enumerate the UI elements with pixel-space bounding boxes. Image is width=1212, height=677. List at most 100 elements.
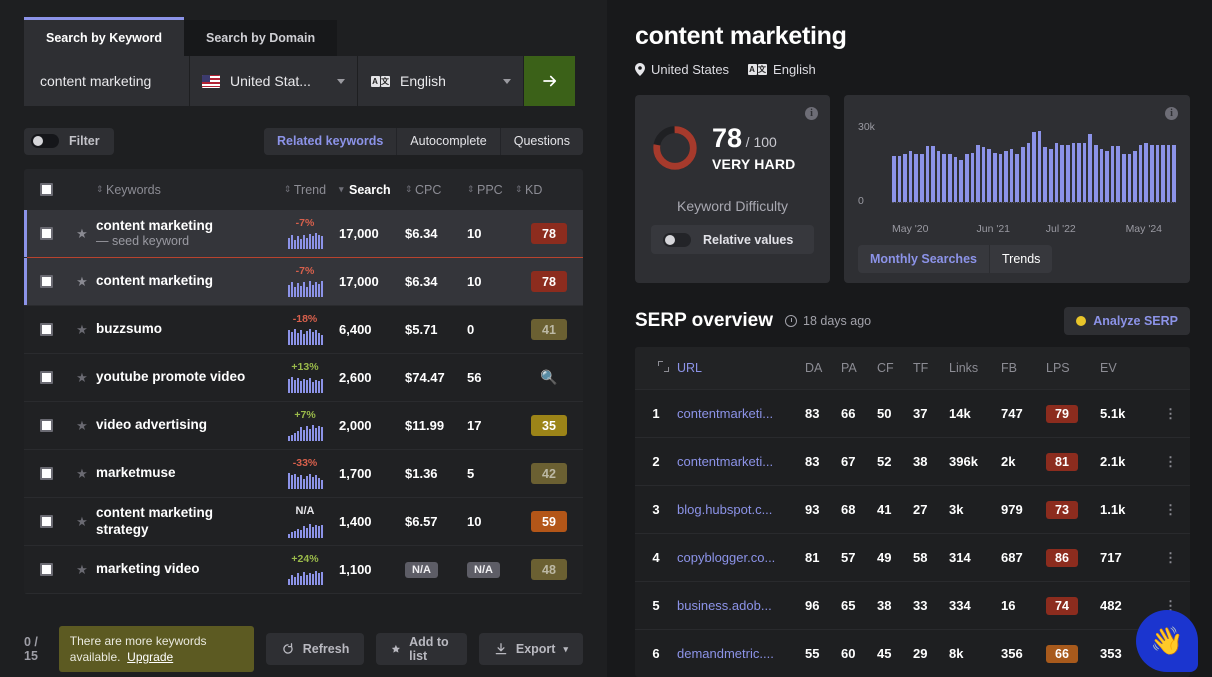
table-row[interactable]: ★ content marketing — seed keyword -7% 17,00… — [24, 210, 583, 258]
upgrade-link[interactable]: Upgrade — [127, 650, 173, 664]
export-button[interactable]: Export ▾ — [478, 633, 583, 665]
star-icon[interactable]: ★ — [76, 226, 88, 242]
country-select[interactable]: United Stat... — [190, 56, 358, 106]
row-menu-button[interactable]: ⋮ — [1154, 550, 1188, 566]
row-select-cell — [24, 275, 68, 288]
row-checkbox[interactable] — [39, 419, 53, 432]
tab-trends[interactable]: Trends — [988, 245, 1052, 273]
kd-values: 78 / 100 VERY HARD — [712, 124, 795, 172]
column-header-search[interactable]: ▾ Search — [339, 183, 405, 197]
table-row[interactable]: 3 blog.hubspot.c... 93 68 41 27 3k 979 73 1.1k ⋮ — [635, 485, 1190, 533]
tab-monthly-searches[interactable]: Monthly Searches — [858, 245, 989, 273]
search-submit-button[interactable] — [524, 56, 575, 106]
metric-cards: i 78 / 100 VERY HARD Keyword Difficulty … — [635, 95, 1190, 283]
table-row[interactable]: ★ marketing video +24% 1,100 N/A N/A 48 — [24, 546, 583, 594]
serp-url-link[interactable]: business.adob... — [677, 598, 805, 613]
table-row[interactable]: ★ content marketing strategy N/A 1,400 $6.57… — [24, 498, 583, 546]
serp-fb: 979 — [1001, 502, 1023, 517]
serp-url-link[interactable]: blog.hubspot.c... — [677, 502, 805, 517]
chat-widget-button[interactable]: 👋 — [1136, 610, 1198, 672]
add-to-list-button[interactable]: Add to list — [376, 633, 467, 665]
row-checkbox[interactable] — [39, 227, 53, 240]
column-header-cpc[interactable]: ⇕ CPC — [405, 183, 467, 197]
row-select-cell — [24, 467, 68, 480]
kd-donut-chart — [653, 126, 697, 170]
star-icon[interactable]: ★ — [76, 370, 88, 386]
column-header-kd[interactable]: ⇕ KD — [515, 183, 583, 197]
row-cpc-cell: N/A — [405, 561, 467, 578]
language-select[interactable]: A文 English — [358, 56, 524, 106]
select-all-checkbox[interactable] — [39, 183, 53, 196]
language-icon: A文 — [747, 64, 767, 75]
search-icon[interactable]: 🔍 — [540, 369, 557, 386]
filter-toggle[interactable]: Filter — [24, 127, 114, 155]
keyword-input[interactable]: content marketing — [24, 56, 190, 106]
cpc-value: $6.34 — [405, 226, 438, 241]
row-cpc-cell: $74.47 — [405, 370, 467, 385]
star-icon[interactable]: ★ — [76, 274, 88, 290]
star-icon[interactable]: ★ — [76, 466, 88, 482]
table-row[interactable]: 1 contentmarketi... 83 66 50 37 14k 747 79 5.1k ⋮ — [635, 389, 1190, 437]
chart-bar — [1082, 143, 1087, 202]
tab-search-by-keyword[interactable]: Search by Keyword — [24, 17, 185, 56]
segment-autocomplete[interactable]: Autocomplete — [396, 127, 500, 155]
segment-questions[interactable]: Questions — [499, 127, 583, 155]
kd-badge: 59 — [531, 511, 567, 532]
column-header-ppc[interactable]: ⇕ PPC — [467, 183, 515, 197]
row-trend-cell: -7% — [271, 218, 339, 250]
tab-search-by-domain[interactable]: Search by Domain — [184, 20, 338, 56]
serp-url-link[interactable]: contentmarketi... — [677, 454, 805, 469]
column-header-trend[interactable]: ⇕ Trend — [271, 183, 339, 197]
table-row[interactable]: 2 contentmarketi... 83 67 52 38 396k 2k 81 2.1k ⋮ — [635, 437, 1190, 485]
sort-desc-icon: ▾ — [339, 184, 344, 194]
column-header-keywords[interactable]: ⇕ Keywords — [96, 183, 271, 197]
serp-fb: 747 — [1001, 406, 1023, 421]
star-icon[interactable]: ★ — [76, 562, 88, 578]
serp-expand-cell — [635, 361, 677, 375]
row-checkbox[interactable] — [39, 323, 53, 336]
serp-col-pa: PA — [841, 361, 857, 375]
row-checkbox[interactable] — [39, 371, 53, 384]
serp-url-link[interactable]: contentmarketi... — [677, 406, 805, 421]
serp-pa: 57 — [841, 550, 856, 565]
table-row[interactable]: 6demandmetric....556045298k35666353⋮ — [635, 629, 1190, 677]
serp-table-header: URL DA PA CF TF Links FB LPS EV — [635, 347, 1190, 389]
monthly-searches-card: i 30k 0 May '20 Jun '21 Jul '22 May '24 … — [844, 95, 1190, 283]
star-icon[interactable]: ★ — [76, 418, 88, 434]
row-trend-cell: -18% — [271, 314, 339, 346]
serp-ev: 482 — [1100, 598, 1122, 613]
serp-url-link[interactable]: demandmetric.... — [677, 646, 805, 661]
row-menu-button[interactable]: ⋮ — [1154, 502, 1188, 518]
row-cpc-cell: $1.36 — [405, 466, 467, 481]
table-row[interactable]: ★ content marketing -7% 17,000 $6.34 10 78 — [24, 258, 583, 306]
row-menu-button[interactable]: ⋮ — [1154, 454, 1188, 470]
analyze-serp-button[interactable]: Analyze SERP — [1064, 307, 1190, 335]
serp-rank: 6 — [652, 646, 660, 661]
table-row[interactable]: ★ marketmuse -33% 1,700 $1.36 5 42 — [24, 450, 583, 498]
chart-bar — [1071, 143, 1076, 202]
relative-values-toggle[interactable]: Relative values — [651, 225, 814, 254]
table-row[interactable]: 4 copyblogger.co... 81 57 49 58 314 687 86 717 ⋮ — [635, 533, 1190, 581]
star-icon[interactable]: ★ — [76, 322, 88, 338]
info-icon[interactable]: i — [805, 107, 818, 120]
refresh-button[interactable]: Refresh — [265, 633, 365, 665]
expand-icon[interactable] — [657, 361, 669, 372]
row-menu-button[interactable]: ⋮ — [1154, 406, 1188, 422]
row-trend-cell: -33% — [271, 458, 339, 490]
serp-ev: 1.1k — [1100, 502, 1126, 517]
serp-pa: 66 — [841, 406, 856, 421]
serp-tf: 37 — [913, 406, 928, 421]
table-row[interactable]: ★ youtube promote video +13% 2,600 $74.47 56 🔍 — [24, 354, 583, 402]
table-row[interactable]: ★ buzzsumo -18% 6,400 $5.71 0 41 — [24, 306, 583, 354]
row-trend-sparkline — [287, 280, 323, 298]
row-checkbox[interactable] — [39, 563, 53, 576]
serp-url-link[interactable]: copyblogger.co... — [677, 550, 805, 565]
kd-badge: 41 — [531, 319, 567, 340]
table-row[interactable]: 5 business.adob... 96 65 38 33 334 16 74 482 ⋮ — [635, 581, 1190, 629]
star-icon[interactable]: ★ — [76, 514, 88, 530]
row-checkbox[interactable] — [39, 467, 53, 480]
row-checkbox[interactable] — [39, 515, 53, 528]
segment-related-keywords[interactable]: Related keywords — [263, 127, 397, 155]
row-checkbox[interactable] — [39, 275, 53, 288]
table-row[interactable]: ★ video advertising +7% 2,000 $11.99 17 35 — [24, 402, 583, 450]
